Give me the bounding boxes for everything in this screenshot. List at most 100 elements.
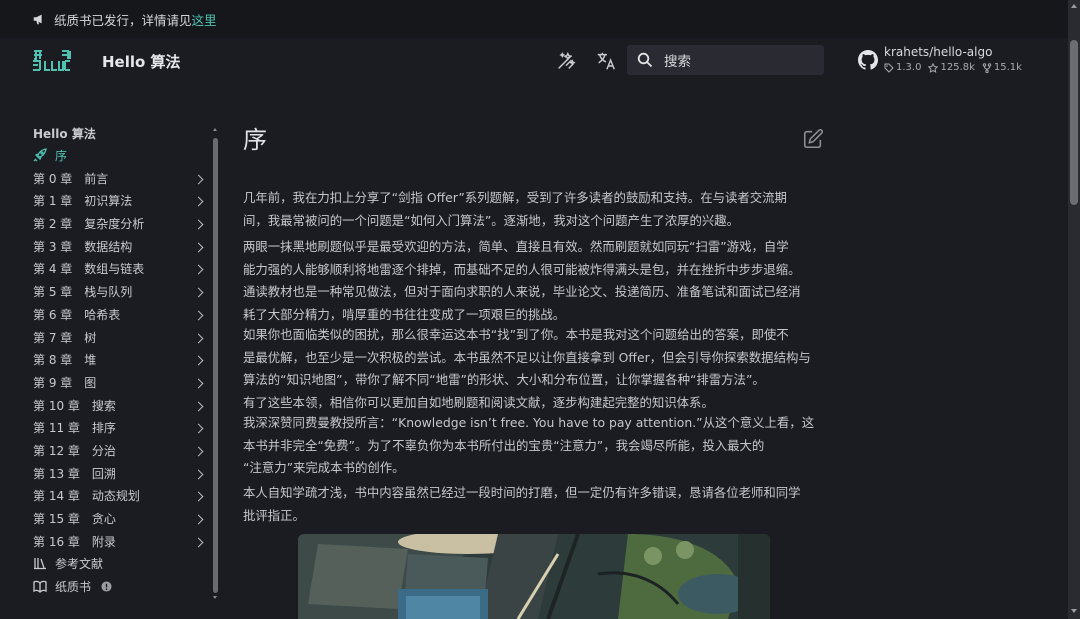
sidebar-item-label: 第 11 章 排序 (33, 421, 116, 436)
sidebar-scrollbar[interactable] (213, 128, 218, 600)
chevron-right-icon (193, 287, 204, 298)
sidebar-item-ch6[interactable]: 第 6 章 哈希表 (33, 304, 208, 327)
paragraph-1: 几年前，我在力扣上分享了“剑指 Offer”系列题解，受到了许多读者的鼓励和支持… (243, 187, 818, 232)
paragraph-line: 本人自知学疏才浅，书中内容虽然已经过一段时间的打磨，但一定仍有许多错误，恳请各位… (243, 485, 801, 500)
sidebar-item-label: 第 15 章 贪心 (33, 512, 116, 526)
site-title[interactable]: Hello 算法 (102, 51, 181, 72)
announcement-link[interactable]: 这里 (192, 10, 217, 29)
repo-version: 1.3.0 (896, 62, 922, 73)
repo-stars: 125.8k (940, 62, 975, 73)
edit-page-icon[interactable] (802, 128, 824, 150)
paragraph-line: 通读教材也是一种常见做法，但对于面向求职的人来说，毕业论文、投递简历、准备笔试和… (243, 284, 801, 299)
announcement-text: 纸质书已发行，详情请见 (54, 12, 192, 28)
rocket-icon (33, 148, 47, 162)
sidebar-item-label: 第 0 章 前言 (33, 171, 109, 186)
sidebar-item-ch13[interactable]: 第 13 章 回溯 (33, 463, 208, 486)
repo-forks: 15.1k (993, 62, 1022, 73)
chevron-right-icon (193, 491, 204, 502)
sidebar-item-label: 第 16 章 附录 (33, 534, 116, 549)
chevron-right-icon (193, 264, 204, 275)
chevron-right-icon (193, 355, 204, 366)
sidebar-item-label: 第 9 章 图 (33, 375, 97, 390)
sidebar-item-label: 第 7 章 树 (33, 330, 97, 345)
megaphone-icon (33, 14, 42, 25)
sidebar-item-label: 第 3 章 数据结构 (33, 239, 133, 254)
page-scrollbar-thumb[interactable] (1070, 40, 1078, 205)
chevron-right-icon (193, 196, 204, 207)
paragraph-line: 算法的“知识地图”，带你了解不同“地雷”的形状、大小和分布位置，让你掌握各种“排… (243, 372, 765, 387)
books-icon (34, 558, 46, 570)
chevron-right-icon (193, 219, 204, 230)
paragraph-2: 两眼一抹黑地刷题似乎是最受欢迎的方法，简单、直接且有效。然而刷题就如同玩“扫雷”… (243, 236, 818, 326)
chevron-right-icon (193, 446, 204, 457)
cover-illustration (298, 534, 770, 619)
sidebar-item-references[interactable]: 参考文献 (33, 553, 208, 576)
sidebar-item-ch4[interactable]: 第 4 章 数组与链表 (33, 258, 208, 281)
scroll-up-arrow-icon[interactable] (1071, 4, 1077, 8)
sidebar-item-ch0[interactable]: 第 0 章 前言 (33, 168, 208, 191)
sidebar-heading: Hello 算法 (33, 127, 96, 141)
sidebar-item-preface[interactable]: 序 (33, 145, 208, 168)
sidebar-item-ch2[interactable]: 第 2 章 复杂度分析 (33, 213, 208, 236)
sidebar-item-ch15[interactable]: 第 15 章 贪心 (33, 508, 208, 531)
translate-icon[interactable] (595, 50, 617, 72)
paragraph-line: 有了这些本领，相信你可以更加自如地刷题和阅读文献，逐步构建起完整的知识体系。 (243, 394, 714, 410)
site-logo[interactable] (32, 48, 76, 72)
sidebar-item-ch11[interactable]: 第 11 章 排序 (33, 417, 208, 440)
search-box[interactable]: 搜索 (627, 45, 824, 75)
paragraph-line: “注意力”来完成本书的创作。 (243, 460, 405, 475)
sidebar-item-ch7[interactable]: 第 7 章 树 (33, 327, 208, 350)
sidebar-item-ch3[interactable]: 第 3 章 数据结构 (33, 236, 208, 259)
info-badge-icon (101, 581, 112, 592)
sidebar-item-ch10[interactable]: 第 10 章 搜索 (33, 395, 208, 418)
sidebar-scrollbar-thumb[interactable] (213, 138, 218, 593)
sidebar-item-label: 参考文献 (55, 557, 104, 572)
sidebar-item-ch14[interactable]: 第 14 章 动态规划 (33, 485, 208, 508)
main-content: 序 几年前，我在力扣上分享了“剑指 Offer”系列题解，受到了许多读者的鼓励和… (243, 125, 823, 523)
chevron-right-icon (193, 423, 204, 434)
tag-icon (884, 63, 894, 73)
search-placeholder: 搜索 (664, 54, 691, 70)
sidebar-item-label: 纸质书 (55, 580, 92, 595)
github-icon (858, 50, 878, 70)
chevron-right-icon (193, 469, 204, 480)
sidebar-item-label: 第 5 章 栈与队列 (33, 285, 133, 300)
sidebar-item-ch1[interactable]: 第 1 章 初识算法 (33, 190, 208, 213)
paragraph-line: 本书并非完全“免费”。为了不辜负你为本书所付出的宝贵“注意力”，我会竭尽所能，投… (243, 437, 765, 453)
sidebar-item-label: 第 12 章 分治 (33, 443, 116, 458)
sidebar-item-ch12[interactable]: 第 12 章 分治 (33, 440, 208, 463)
chevron-right-icon (193, 378, 204, 389)
paragraph-line: 耗了大部分精力，啃厚重的书往往变成了一项艰巨的挑战。 (243, 306, 566, 322)
chevron-right-icon (193, 537, 204, 548)
theme-toggle-icon[interactable] (555, 50, 577, 72)
sidebar-item-label: 第 4 章 数组与链表 (33, 262, 145, 277)
sidebar-item-ch16[interactable]: 第 16 章 附录 (33, 531, 208, 554)
scroll-down-arrow-icon[interactable] (1071, 609, 1077, 613)
page-scrollbar[interactable] (1068, 0, 1080, 619)
sidebar-scroll-down-icon[interactable] (213, 596, 217, 599)
cover-illustration-art (298, 534, 770, 619)
sidebar-item-paper-book[interactable]: 纸质书 (33, 576, 208, 599)
fork-icon (982, 62, 992, 73)
paragraph-line: 几年前，我在力扣上分享了“剑指 Offer”系列题解，受到了许多读者的鼓励和支持… (243, 190, 787, 205)
paragraph-3: 如果你也面临类似的困扰，那么很幸运这本书“找”到了你。本书是我对这个问题给出的答… (243, 324, 818, 414)
site-header: Hello 算法 搜索 krahets/hello-algo 1.3.0 125… (0, 38, 1068, 84)
paragraph-line: 批评指正。 (243, 507, 305, 523)
sidebar-item-ch8[interactable]: 第 8 章 堆 (33, 349, 208, 372)
repo-facts: 1.3.0 125.8k 15.1k (884, 62, 1022, 73)
chevron-right-icon (193, 514, 204, 525)
book-open-icon (33, 580, 47, 593)
sidebar-item-label: 第 2 章 复杂度分析 (33, 217, 145, 232)
sidebar-item-label: 第 10 章 搜索 (33, 398, 116, 413)
sidebar-scroll-up-icon[interactable] (213, 128, 217, 131)
paragraph-4: 我深深赞同费曼教授所言：“Knowledge isn’t free. You h… (243, 412, 818, 480)
paragraph-line: 能力强的人能够顺利将地雷逐个排掉，而基础不足的人很可能被炸得满头是包，并在挫折中… (243, 261, 801, 277)
search-icon (637, 52, 653, 68)
paragraph-line: 间，我最常被问的一个问题是“如何入门算法”。逐渐地，我对这个问题产生了浓厚的兴趣… (243, 212, 740, 228)
sidebar-item-ch9[interactable]: 第 9 章 图 (33, 372, 208, 395)
sidebar-item-ch5[interactable]: 第 5 章 栈与队列 (33, 281, 208, 304)
sidebar-item-label: 第 14 章 动态规划 (33, 489, 140, 504)
sidebar-item-label: 第 13 章 回溯 (33, 466, 116, 481)
page-title: 序 (243, 126, 267, 154)
paragraph-5: 本人自知学疏才浅，书中内容虽然已经过一段时间的打磨，但一定仍有许多错误，恳请各位… (243, 482, 818, 527)
